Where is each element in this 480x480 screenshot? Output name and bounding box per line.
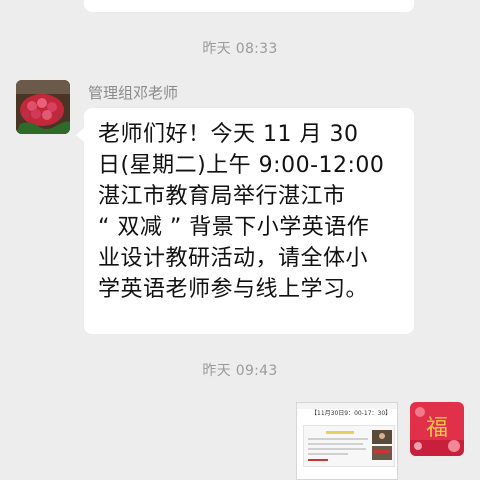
my-avatar[interactable]: 福 (410, 402, 464, 456)
rose-bouquet-icon (16, 80, 70, 134)
message-line: 学英语老师参与线上学习。 (98, 277, 369, 302)
screenshot-slide-thumbnail (303, 425, 395, 467)
fu-character-icon: 福 (410, 402, 464, 456)
message-line: 业设计教研活动，请全体小 (98, 246, 369, 271)
timestamp: 昨天 09:43 (202, 363, 278, 379)
message-line: 湛江市教育局举行湛江市 (98, 184, 346, 209)
chat-screen: 昨天 08:33 管理组邓老师 老师们好！今天 11 月 30 日(星期二)上午… (0, 0, 480, 480)
sender-name: 管理组邓老师 (88, 84, 179, 102)
screenshot-image-message[interactable]: 【11月30日9：00-17：30】 (296, 402, 398, 480)
timestamp: 昨天 08:33 (202, 41, 278, 57)
sender-avatar[interactable] (16, 80, 70, 134)
slide-content-icon (308, 430, 392, 461)
message-line: 老师们好！今天 11 月 30 (98, 122, 359, 147)
message-line: “ 双减 ” 背景下小学英语作 (98, 215, 370, 240)
message-line: 日(星期二)上午 9:00-12:00 (98, 153, 385, 178)
svg-text:福: 福 (426, 416, 448, 441)
screenshot-title: 【11月30日9：00-17：30】 (311, 410, 392, 417)
previous-message-bubble[interactable] (84, 0, 414, 12)
message-bubble[interactable]: 老师们好！今天 11 月 30 日(星期二)上午 9:00-12:00 湛江市教… (76, 108, 414, 334)
